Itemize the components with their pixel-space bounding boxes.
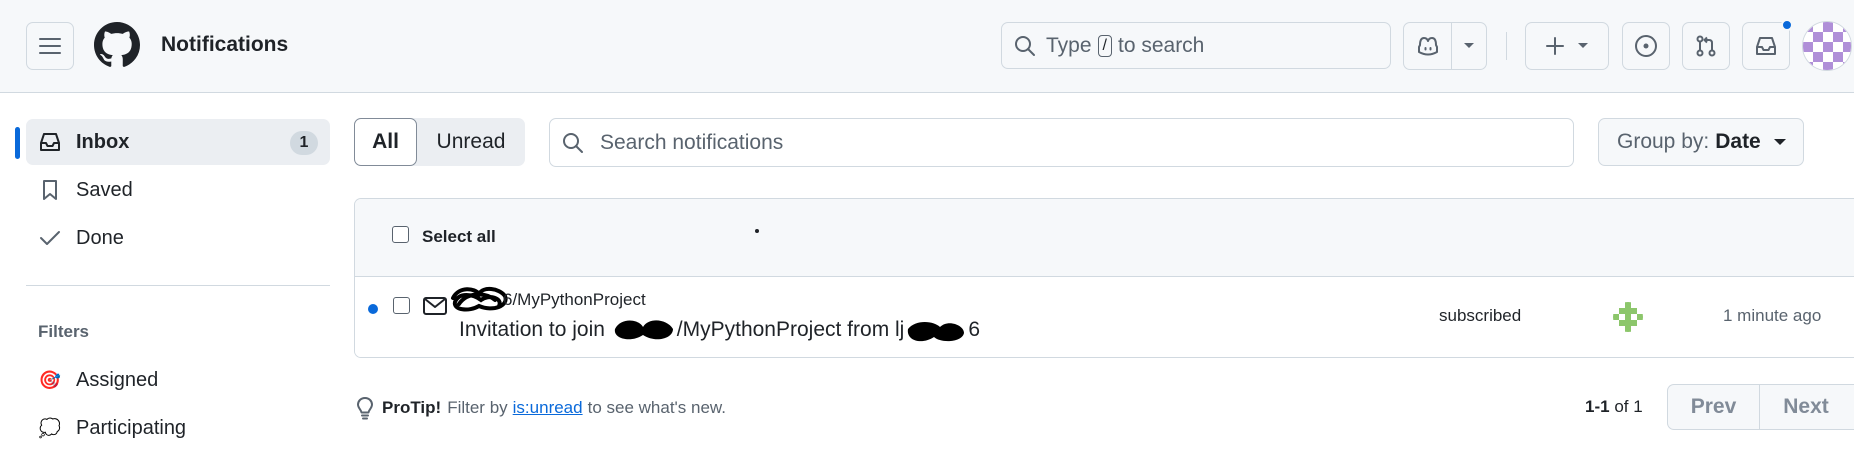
- list-header: Select all: [355, 199, 1854, 277]
- range-value: 1-1: [1585, 397, 1610, 416]
- protip-label: ProTip!: [382, 398, 442, 417]
- unread-indicator-dot: [1781, 19, 1793, 31]
- row-title-prefix: Invitation to join: [459, 318, 605, 341]
- bookmark-icon: [38, 178, 62, 202]
- sidebar-item-saved[interactable]: Saved: [26, 167, 330, 213]
- select-all-label[interactable]: Select all: [422, 227, 496, 247]
- copilot-icon: [1417, 37, 1438, 56]
- pagination: Prev Next: [1667, 384, 1854, 430]
- redaction-scribble-icon: [904, 319, 968, 342]
- light-bulb-icon: [357, 397, 373, 420]
- create-new-button[interactable]: [1525, 22, 1609, 70]
- sidebar-item-done[interactable]: Done: [26, 215, 330, 261]
- row-title[interactable]: Invitation to join /MyPythonProject from…: [459, 318, 980, 342]
- protip: ProTip! Filter by is:unread to see what'…: [356, 396, 726, 420]
- sidebar-filter-participating[interactable]: 💭 Participating: [26, 405, 330, 451]
- sidebar-item-label: Participating: [76, 416, 187, 439]
- row-repository[interactable]: 6/MyPythonProject: [503, 290, 646, 310]
- search-prefix: Type: [1046, 33, 1092, 57]
- git-pull-request-icon: [1696, 35, 1716, 57]
- prev-page-button[interactable]: Prev: [1668, 385, 1760, 429]
- triangle-down-icon: [1773, 139, 1786, 145]
- github-logo-icon[interactable]: [94, 22, 140, 68]
- app-header: Notifications Type / to search: [0, 0, 1854, 93]
- inbox-icon: [1756, 37, 1776, 55]
- header-divider: [1506, 32, 1507, 60]
- search-icon: [563, 132, 583, 153]
- sidebar-filter-assigned[interactable]: 🎯 Assigned: [26, 357, 330, 403]
- protip-text-post: to see what's new.: [587, 398, 726, 417]
- inbox-count-badge: 1: [290, 131, 318, 155]
- next-page-button[interactable]: Next: [1760, 385, 1852, 429]
- range-total: of 1: [1614, 397, 1643, 416]
- check-icon: [38, 226, 62, 250]
- group-by-value: Date: [1715, 130, 1761, 153]
- sidebar-item-label: Inbox: [76, 130, 130, 153]
- pull-requests-button[interactable]: [1682, 22, 1730, 70]
- menu-button[interactable]: [26, 22, 74, 70]
- group-by-dropdown[interactable]: Group by: Date: [1598, 118, 1804, 166]
- unread-dot: [368, 304, 378, 314]
- copilot-button[interactable]: [1403, 22, 1487, 70]
- issues-button[interactable]: [1622, 22, 1670, 70]
- search-shortcut-key: /: [1097, 34, 1112, 57]
- speech-bubble-emoji-icon: 💭: [38, 417, 62, 438]
- protip-unread-link[interactable]: is:unread: [513, 398, 583, 418]
- search-placeholder: Search notifications: [600, 130, 784, 154]
- search-suffix: to search: [1117, 33, 1205, 57]
- plus-icon: [1546, 37, 1564, 55]
- pagination-range: 1-1 of 1: [1585, 397, 1643, 417]
- stray-mark: [755, 229, 759, 233]
- page-title: Notifications: [161, 33, 289, 56]
- group-by-label: Group by:: [1617, 130, 1710, 153]
- notification-search-input[interactable]: Search notifications: [549, 118, 1574, 167]
- mail-icon: [423, 297, 447, 315]
- issue-opened-icon: [1635, 35, 1657, 57]
- target-emoji-icon: 🎯: [38, 369, 62, 390]
- chevron-down-icon: [1464, 43, 1474, 48]
- protip-text-pre: Filter by: [447, 398, 508, 417]
- search-icon: [1015, 35, 1035, 56]
- filters-heading: Filters: [38, 322, 90, 341]
- row-actor-avatar[interactable]: [1613, 302, 1643, 332]
- active-item-indicator: [15, 127, 20, 159]
- notification-row[interactable]: 6/MyPythonProject Invitation to join /My…: [355, 278, 1854, 357]
- sidebar-item-inbox[interactable]: Inbox 1: [26, 119, 330, 165]
- select-all-checkbox[interactable]: [392, 226, 409, 243]
- row-title-middle: /MyPythonProject from lj: [676, 318, 905, 341]
- filter-all-button[interactable]: All: [354, 118, 417, 166]
- global-search-input[interactable]: Type / to search: [1001, 22, 1391, 69]
- redaction-scribble-icon: [611, 319, 677, 341]
- notifications-list: Select all 6/MyPythonProject Invitation …: [354, 198, 1854, 358]
- redaction-scribble-icon: [451, 287, 508, 312]
- hamburger-icon: [39, 38, 61, 54]
- filter-unread-button[interactable]: Unread: [417, 118, 525, 166]
- row-reason: subscribed: [1439, 306, 1522, 325]
- user-avatar[interactable]: [1802, 21, 1852, 71]
- row-timestamp: 1 minute ago: [1723, 306, 1822, 325]
- identicon-avatar-icon: [1803, 22, 1851, 70]
- row-title-end: 6: [968, 318, 981, 341]
- row-checkbox[interactable]: [393, 297, 410, 314]
- sidebar-item-label: Assigned: [76, 368, 159, 391]
- chevron-down-icon: [1578, 43, 1588, 48]
- identicon-avatar-icon: [1613, 302, 1643, 332]
- sidebar-item-label: Saved: [76, 178, 133, 201]
- read-filter-segmented-control: All Unread: [354, 118, 525, 166]
- inbox-icon: [38, 130, 62, 154]
- sidebar-divider: [26, 285, 330, 286]
- sidebar-item-label: Done: [76, 226, 124, 249]
